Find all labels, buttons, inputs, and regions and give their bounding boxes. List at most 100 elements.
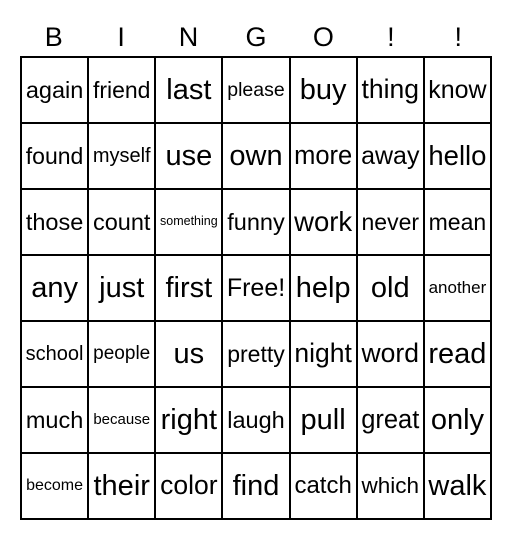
bingo-row: become their color find catch which walk (22, 454, 492, 520)
bingo-cell-label: right (160, 403, 218, 436)
bingo-header-letter-5: O (312, 21, 334, 52)
bingo-row: much because right laugh pull great only (22, 388, 492, 454)
bingo-cell-label: more (294, 141, 353, 170)
bingo-row: found myself use own more away hello (22, 124, 492, 190)
bingo-cell-label: funny (227, 208, 285, 235)
bingo-cell-label: use (165, 139, 213, 172)
bingo-cell[interactable]: school (22, 322, 90, 388)
bingo-cell[interactable]: great (357, 388, 425, 454)
bingo-cell-label: which (361, 473, 420, 499)
bingo-cell[interactable]: first (156, 256, 224, 322)
bingo-cell-label: us (173, 337, 205, 370)
bingo-cell-label: count (92, 208, 151, 235)
bingo-cell[interactable]: much (22, 388, 90, 454)
bingo-cell[interactable]: because (89, 388, 157, 454)
bingo-cell[interactable]: more (290, 124, 358, 190)
bingo-cell[interactable]: myself (89, 124, 157, 190)
bingo-header-row: B I N G O!! (20, 18, 492, 56)
bingo-cell-label: people (93, 343, 151, 365)
bingo-cell[interactable]: old (357, 256, 425, 322)
bingo-cell[interactable]: something (156, 190, 224, 256)
bingo-row: again friend last please buy thing know (22, 58, 492, 124)
bingo-cell[interactable]: us (156, 322, 224, 388)
bingo-cell-label: pull (300, 403, 346, 436)
bingo-grid: again friend last please buy thing know found my… (20, 56, 492, 520)
bingo-cell-label: night (294, 338, 352, 369)
bingo-cell[interactable]: help (290, 256, 358, 322)
bingo-cell[interactable]: another (424, 256, 492, 322)
bingo-cell[interactable]: thing (357, 58, 425, 124)
bingo-cell-label: color (160, 470, 218, 501)
bingo-cell[interactable]: laugh (223, 388, 291, 454)
bingo-cell-label: found (25, 142, 84, 169)
bingo-header-letter-4: G (245, 21, 267, 52)
bingo-cell-label: laugh (227, 406, 285, 433)
bingo-header-letter-3: N (178, 21, 199, 52)
bingo-cell[interactable]: which (357, 454, 425, 520)
bingo-cell-label: last (166, 73, 212, 106)
bingo-cell[interactable]: color (156, 454, 224, 520)
bingo-cell-label: buy (299, 73, 347, 106)
bingo-cell[interactable]: just (89, 256, 157, 322)
bingo-header-letter-7: ! (454, 21, 462, 52)
bingo-cell[interactable]: night (290, 322, 358, 388)
bingo-cell-label: become (26, 476, 84, 494)
bingo-cell-label: never (361, 208, 420, 235)
bingo-cell[interactable]: know (424, 58, 492, 124)
bingo-cell[interactable]: never (357, 190, 425, 256)
bingo-cell[interactable]: catch (290, 454, 358, 520)
bingo-cell[interactable]: walk (424, 454, 492, 520)
bingo-cell[interactable]: those (22, 190, 90, 256)
bingo-cell-label: their (93, 469, 150, 502)
bingo-cell[interactable]: read (424, 322, 492, 388)
bingo-cell-label: old (370, 271, 410, 304)
bingo-cell[interactable]: people (89, 322, 157, 388)
bingo-header-letter-2: I (117, 21, 125, 52)
bingo-cell[interactable]: use (156, 124, 224, 190)
bingo-cell[interactable]: last (156, 58, 224, 124)
bingo-cell-label: walk (428, 469, 487, 502)
bingo-row: any just first Free! help old another (22, 256, 492, 322)
bingo-cell[interactable]: buy (290, 58, 358, 124)
bingo-cell[interactable]: please (223, 58, 291, 124)
bingo-cell[interactable]: again (22, 58, 90, 124)
bingo-cell[interactable]: mean (424, 190, 492, 256)
bingo-header-letter-6: ! (387, 21, 395, 52)
bingo-cell-label: help (295, 271, 351, 304)
bingo-cell[interactable]: away (357, 124, 425, 190)
bingo-cell[interactable]: own (223, 124, 291, 190)
bingo-cell[interactable]: friend (89, 58, 157, 124)
bingo-cell-label: another (428, 278, 487, 298)
bingo-cell[interactable]: find (223, 454, 291, 520)
bingo-cell-label: just (99, 271, 145, 304)
bingo-cell-label: because (93, 411, 151, 429)
bingo-cell[interactable]: work (290, 190, 358, 256)
bingo-cell-label: please (227, 78, 285, 101)
bingo-cell-label: pretty (227, 340, 285, 367)
bingo-cell[interactable]: count (89, 190, 157, 256)
bingo-cell[interactable]: become (22, 454, 90, 520)
bingo-cell-label: something (160, 214, 218, 229)
bingo-cell-label: word (361, 338, 419, 369)
bingo-card: B I N G O!! again friend last please buy thing kno… (0, 0, 512, 544)
bingo-cell[interactable]: word (357, 322, 425, 388)
bingo-cell[interactable]: only (424, 388, 492, 454)
bingo-cell-label: away (361, 141, 420, 170)
bingo-cell[interactable]: pull (290, 388, 358, 454)
bingo-cell[interactable]: found (22, 124, 90, 190)
bingo-cell[interactable]: pretty (223, 322, 291, 388)
bingo-row: school people us pretty night word read (22, 322, 492, 388)
bingo-cell[interactable]: funny (223, 190, 291, 256)
bingo-cell-label: know (428, 75, 487, 104)
bingo-cell-label: find (232, 469, 280, 502)
bingo-cell-label: thing (361, 74, 419, 105)
bingo-free-space-cell[interactable]: Free! (223, 256, 291, 322)
bingo-cell-label: much (25, 406, 84, 433)
bingo-cell[interactable]: hello (424, 124, 492, 190)
bingo-cell-label: mean (428, 208, 487, 235)
bingo-cell[interactable]: right (156, 388, 224, 454)
bingo-cell[interactable]: their (89, 454, 157, 520)
bingo-cell-label: myself (92, 144, 151, 167)
bingo-cell[interactable]: any (22, 256, 90, 322)
bingo-row: those count something funny work never mean (22, 190, 492, 256)
